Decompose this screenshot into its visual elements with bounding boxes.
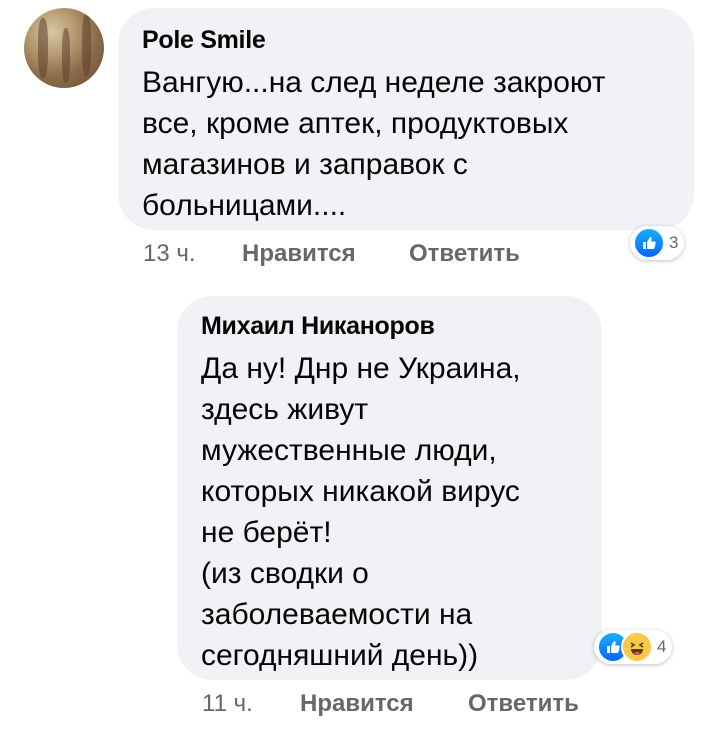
reactions-summary[interactable]: 4: [594, 630, 673, 664]
comment-author[interactable]: Pole Smile: [142, 26, 266, 55]
like-button[interactable]: Нравится: [242, 240, 356, 268]
reply-button[interactable]: Ответить: [468, 690, 579, 718]
comment-text: Вангую...на след неделе закроют все, кро…: [142, 66, 606, 222]
haha-icon: [621, 631, 653, 663]
reaction-count: 4: [657, 637, 667, 656]
comment-author[interactable]: Михаил Никаноров: [201, 312, 435, 341]
reply-comment-bubble: Михаил Никаноров Да ну! Днр не Украина, …: [177, 296, 602, 680]
like-button[interactable]: Нравится: [300, 690, 414, 718]
comment-timestamp[interactable]: 13 ч.: [143, 240, 196, 268]
avatar[interactable]: [24, 8, 104, 88]
like-icon: [633, 227, 665, 259]
reactions-summary[interactable]: 3: [630, 226, 685, 260]
comment-timestamp[interactable]: 11 ч.: [202, 690, 253, 718]
reaction-count: 3: [669, 233, 679, 252]
comment-text: Да ну! Днр не Украина, здесь живут мужес…: [201, 352, 521, 672]
reply-button[interactable]: Ответить: [409, 240, 520, 268]
comment-bubble: Pole Smile Вангую...на след неделе закро…: [118, 8, 694, 230]
